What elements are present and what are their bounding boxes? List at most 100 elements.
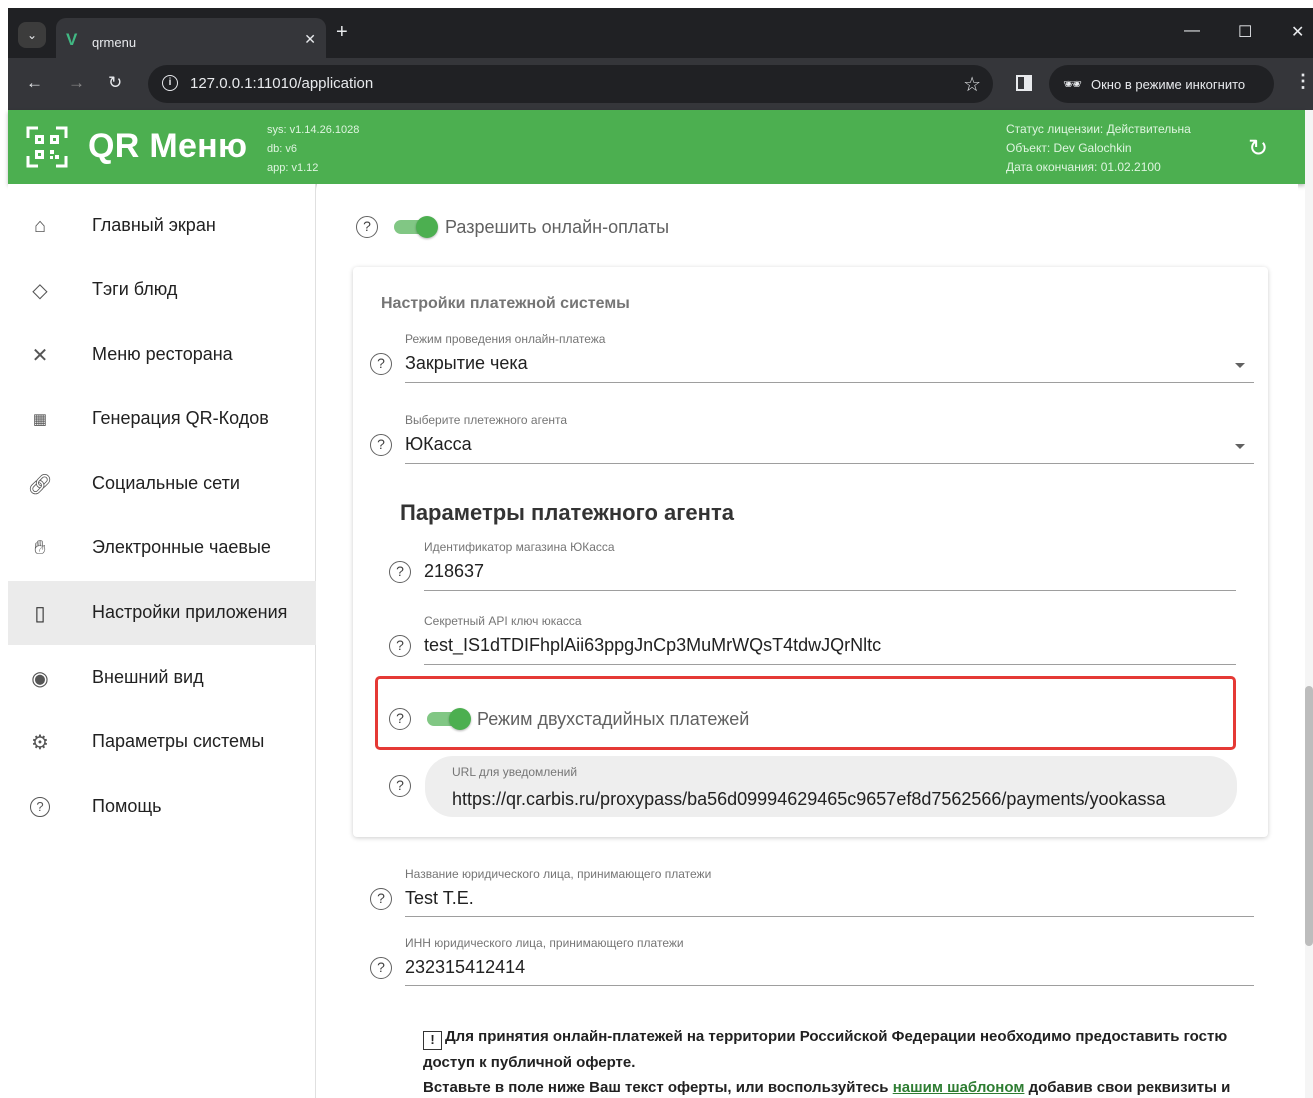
gear-icon: ⚙ (31, 731, 49, 754)
notify-url-label: URL для уведомлений (452, 765, 578, 779)
main-content: ? Разрешить онлайн-оплаты Настройки плат… (317, 184, 1298, 1098)
chevron-down-icon: ⌄ (26, 28, 38, 42)
payment-mode-label: Режим проведения онлайн-платежа (405, 332, 606, 346)
reload-icon[interactable]: ↻ (108, 73, 122, 93)
toggle-thumb (416, 216, 438, 238)
help-icon[interactable]: ? (389, 708, 411, 730)
help-icon[interactable]: ? (370, 434, 392, 456)
maximize-icon[interactable]: ☐ (1238, 22, 1252, 42)
notify-url-value[interactable]: https://qr.carbis.ru/proxypass/ba56d0999… (452, 789, 1166, 810)
dropdown-caret-icon[interactable] (1235, 444, 1245, 449)
help-icon[interactable]: ? (370, 957, 392, 979)
api-key-input[interactable]: test_IS1dTDIFhplAii63ppgJnCp3MuMrWQsT4td… (424, 635, 881, 656)
vue-favicon-icon: V (66, 30, 78, 49)
version-db: db: v6 (267, 143, 297, 155)
toggle-thumb (449, 708, 471, 730)
legal-inn-label: ИНН юридического лица, принимающего плат… (405, 936, 684, 950)
field-underline (405, 916, 1254, 917)
side-panel-icon[interactable] (1016, 75, 1032, 91)
sidebar-item-menu[interactable]: ✕ Меню ресторана (8, 323, 316, 387)
allow-online-payments-toggle[interactable] (394, 215, 438, 239)
api-key-label: Секретный API ключ юкасса (424, 614, 582, 628)
two-stage-payments-toggle[interactable] (427, 707, 471, 731)
sidebar-item-tips[interactable]: ✋︎ Электронные чаевые (8, 516, 316, 580)
help-icon[interactable]: ? (389, 561, 411, 583)
payment-system-title: Настройки платежной системы (381, 295, 630, 312)
sidebar-item-tags[interactable]: ◇ Тэги блюд (8, 258, 316, 322)
sidebar-item-label: Помощь (92, 796, 162, 816)
field-underline (405, 985, 1254, 986)
sidebar-item-label: Параметры системы (92, 731, 265, 751)
field-underline (405, 382, 1254, 383)
sidebar-item-system[interactable]: ⚙ Параметры системы (8, 710, 316, 774)
forward-arrow-icon[interactable]: → (68, 73, 85, 93)
address-bar[interactable]: i 127.0.0.1:11010/application ☆ (148, 65, 993, 103)
tips-hand-icon: ✋︎ (34, 536, 46, 559)
refresh-license-icon[interactable]: ↻ (1248, 134, 1268, 163)
cutlery-icon: ✕ (31, 344, 49, 367)
app-header: QR Меню sys: v1.14.26.1028 db: v6 app: v… (8, 110, 1305, 184)
sidebar-item-app-settings[interactable]: ▯ Настройки приложения (8, 581, 316, 645)
sidebar-item-label: Внешний вид (92, 667, 204, 687)
sidebar-item-label: Меню ресторана (92, 344, 233, 364)
tag-icon: ◇ (32, 279, 48, 302)
sidebar-item-help[interactable]: ? Помощь (8, 775, 316, 839)
incognito-label: Окно в режиме инкогнито (1091, 77, 1246, 92)
new-tab-icon[interactable]: + (336, 21, 348, 44)
back-arrow-icon[interactable]: ← (26, 73, 43, 93)
tab-search-button[interactable]: ⌄ (18, 22, 46, 48)
payment-system-card: Настройки платежной системы ? Режим пров… (353, 267, 1268, 837)
sidebar-item-label: Главный экран (92, 215, 216, 235)
help-icon[interactable]: ? (389, 635, 411, 657)
legal-inn-input[interactable]: 232315412414 (405, 957, 525, 978)
help-icon[interactable]: ? (356, 216, 378, 238)
agent-params-title: Параметры платежного агента (400, 500, 734, 525)
allow-online-payments-label: Разрешить онлайн-оплаты (445, 217, 670, 237)
help-icon[interactable]: ? (389, 775, 411, 797)
minimize-icon[interactable]: — (1184, 22, 1200, 40)
payment-mode-select[interactable]: Закрытие чека (405, 353, 528, 374)
sidebar: ⌂ Главный экран ◇ Тэги блюд ✕ Меню ресто… (8, 184, 316, 1098)
sidebar-item-label: Настройки приложения (92, 602, 288, 622)
page-scrollbar-thumb[interactable] (1305, 686, 1313, 946)
two-stage-payments-label: Режим двухстадийных платежей (477, 709, 750, 729)
license-object: Объект: Dev Galochkin (1006, 141, 1132, 155)
qr-code-icon: ▦ (32, 411, 48, 428)
sidebar-item-label: Генерация QR-Кодов (92, 408, 269, 428)
site-info-icon[interactable]: i (162, 75, 178, 91)
close-tab-icon[interactable]: ✕ (304, 31, 316, 48)
bookmark-star-icon[interactable]: ☆ (963, 72, 981, 97)
sidebar-item-label: Электронные чаевые (92, 537, 271, 557)
offer-template-link[interactable]: нашим шаблоном (893, 1079, 1025, 1096)
help-icon[interactable]: ? (370, 353, 392, 375)
dropdown-caret-icon[interactable] (1235, 363, 1245, 368)
sidebar-item-label: Социальные сети (92, 473, 240, 493)
shop-id-input[interactable]: 218637 (424, 561, 484, 582)
browser-toolbar: ← → ↻ i 127.0.0.1:11010/application ☆ 🕶 … (8, 58, 1313, 110)
legal-name-input[interactable]: Test T.E. (405, 888, 474, 909)
field-underline (424, 590, 1236, 591)
field-underline (405, 463, 1254, 464)
sidebar-item-social[interactable]: 🔗︎ Социальные сети (8, 452, 316, 516)
legal-name-label: Название юридического лица, принимающего… (405, 867, 712, 881)
payment-agent-select[interactable]: ЮКасса (405, 434, 472, 455)
close-window-icon[interactable]: ✕ (1291, 22, 1304, 42)
warning-box-icon: ! (423, 1031, 442, 1050)
payment-agent-label: Выберите плетежного агента (405, 413, 568, 427)
browser-window: ⌄ V qrmenu ✕ + — ☐ ✕ ← → ↻ i 127.0.0.1:1… (8, 8, 1313, 110)
browser-menu-icon[interactable]: ⋮ (1294, 71, 1312, 92)
notice-line-2: Вставьте в поле ниже Ваш текст оферты, и… (423, 1079, 889, 1096)
help-circle-icon: ? (28, 795, 52, 819)
incognito-indicator[interactable]: 🕶 Окно в режиме инкогнито (1049, 65, 1274, 103)
version-sys: sys: v1.14.26.1028 (267, 124, 360, 136)
sidebar-item-qr-codes[interactable]: ▦ Генерация QR-Кодов (8, 387, 316, 451)
page-scrollbar-track[interactable] (1305, 110, 1313, 1098)
help-icon[interactable]: ? (370, 888, 392, 910)
sidebar-item-home[interactable]: ⌂ Главный экран (8, 194, 316, 258)
url-text[interactable]: 127.0.0.1:11010/application (190, 75, 373, 92)
version-info: sys: v1.14.26.1028 db: v6 app: v1.12 (267, 121, 359, 178)
notify-url-field[interactable]: URL для уведомлений https://qr.carbis.ru… (425, 756, 1237, 817)
tab-title: qrmenu (92, 35, 137, 50)
browser-tab[interactable]: V qrmenu ✕ (56, 18, 326, 58)
sidebar-item-appearance[interactable]: ◉ Внешний вид (8, 646, 316, 710)
